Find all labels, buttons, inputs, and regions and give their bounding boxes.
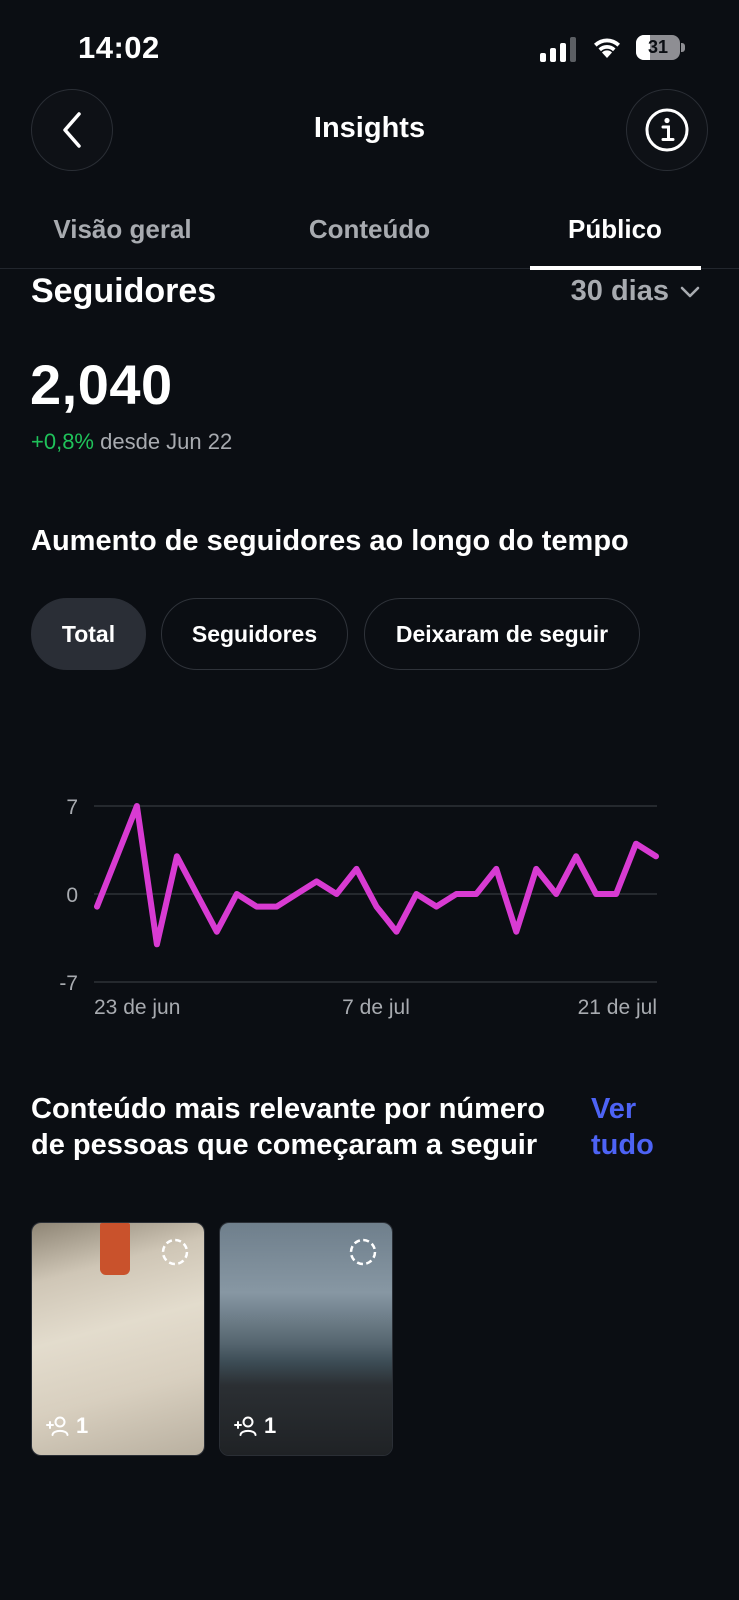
filter-total[interactable]: Total (31, 598, 146, 670)
filter-deixaram-de-seguir[interactable]: Deixaram de seguir (364, 598, 640, 670)
x-tick-label: 21 de jul (578, 996, 657, 1019)
add-person-icon (234, 1416, 257, 1436)
story-ring-icon (161, 1238, 189, 1266)
follows-count: 1 (46, 1413, 88, 1439)
delta-since: desde Jun 22 (100, 429, 233, 454)
status-time: 14:02 (78, 30, 160, 65)
follows-value: 1 (264, 1413, 277, 1438)
trash-bin-image (100, 1223, 130, 1275)
y-tick-label: 0 (66, 884, 78, 907)
active-tab-indicator (530, 266, 701, 270)
relevant-content-title: Conteúdo mais relevante por número de pe… (31, 1093, 546, 1161)
story-ring-icon (349, 1238, 377, 1266)
y-tick-label: -7 (59, 972, 78, 995)
content-thumbnail[interactable]: 1 (219, 1222, 393, 1456)
delta-percent: +0,8% (31, 429, 94, 454)
follower-count: 2,040 (30, 353, 173, 416)
filter-seguidores[interactable]: Seguidores (161, 598, 348, 670)
battery-level: 31 (647, 37, 669, 57)
period-label: 30 dias (570, 275, 669, 307)
tab-publico[interactable]: Público (530, 214, 700, 245)
tab-bar: Visão geral Conteúdo Público (0, 204, 739, 270)
period-dropdown[interactable]: 30 dias (571, 275, 701, 308)
wifi-icon (594, 38, 620, 58)
info-button[interactable] (626, 89, 708, 171)
growth-title: Aumento de seguidores ao longo do tempo (31, 525, 629, 557)
chevron-down-icon (680, 286, 700, 297)
follower-delta: +0,8% desde Jun 22 (31, 429, 232, 455)
tab-visao-geral[interactable]: Visão geral (50, 214, 195, 245)
tab-conteudo[interactable]: Conteúdo (302, 214, 437, 245)
x-tick-label: 23 de jun (94, 996, 180, 1019)
battery-icon: 31 (636, 35, 685, 60)
x-tick-label: 7 de jul (342, 996, 410, 1019)
section-title: Seguidores (31, 272, 217, 310)
cellular-signal-icon (540, 36, 578, 62)
follows-value: 1 (76, 1413, 89, 1438)
y-tick-label: 7 (66, 796, 78, 819)
see-all-link[interactable]: Ver tudo (591, 1091, 681, 1163)
follows-count: 1 (234, 1413, 276, 1439)
series-line (94, 803, 659, 948)
content-thumbnail[interactable]: 1 (31, 1222, 205, 1456)
info-icon (645, 108, 689, 152)
growth-chart: 7 0 -7 23 de jun 7 de jul 21 de jul (59, 796, 659, 1019)
status-bar: 14:02 31 (0, 0, 739, 90)
add-person-icon (46, 1416, 69, 1436)
